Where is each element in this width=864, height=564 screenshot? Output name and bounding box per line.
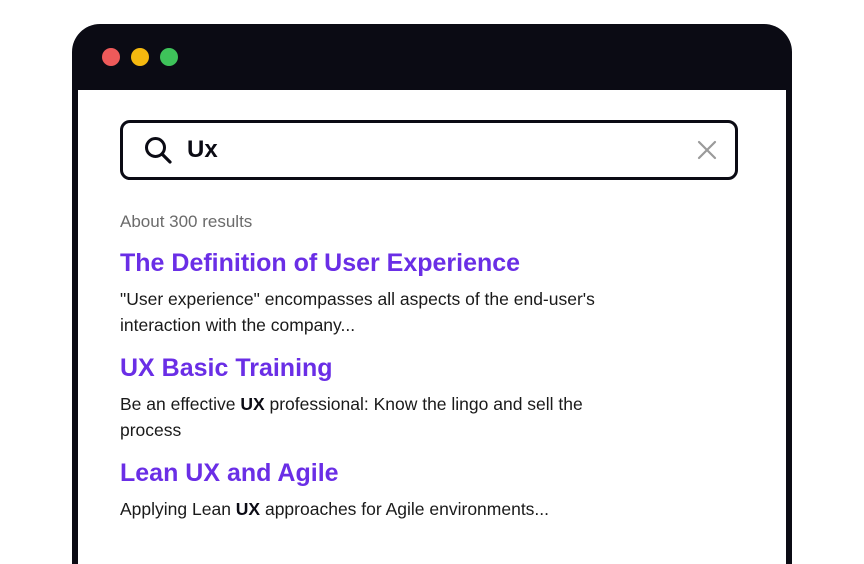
close-window-button[interactable] bbox=[102, 48, 120, 66]
search-icon bbox=[141, 133, 175, 167]
snippet-highlight: UX bbox=[235, 499, 261, 519]
search-result: The Definition of User Experience "User … bbox=[120, 248, 620, 338]
search-result: Lean UX and Agile Applying Lean UX appro… bbox=[120, 458, 620, 522]
browser-window: About 300 results The Definition of User… bbox=[72, 24, 792, 564]
result-snippet: Be an effective UX professional: Know th… bbox=[120, 391, 620, 443]
result-snippet: "User experience" encompasses all aspect… bbox=[120, 286, 620, 338]
maximize-window-button[interactable] bbox=[160, 48, 178, 66]
minimize-window-button[interactable] bbox=[131, 48, 149, 66]
result-title-link[interactable]: UX Basic Training bbox=[120, 353, 620, 383]
snippet-text: "User experience" encompasses all aspect… bbox=[120, 289, 595, 335]
window-controls bbox=[102, 48, 178, 66]
snippet-text: Be an effective bbox=[120, 394, 241, 414]
search-result: UX Basic Training Be an effective UX pro… bbox=[120, 353, 620, 443]
snippet-highlight: UX bbox=[240, 394, 265, 414]
result-snippet: Applying Lean UX approaches for Agile en… bbox=[120, 496, 620, 522]
close-icon[interactable] bbox=[695, 138, 719, 162]
result-title-link[interactable]: Lean UX and Agile bbox=[120, 458, 620, 488]
page-content: About 300 results The Definition of User… bbox=[78, 90, 786, 564]
snippet-text: approaches for Agile environments... bbox=[260, 499, 550, 519]
snippet-text: Applying Lean bbox=[120, 499, 236, 519]
search-bar[interactable] bbox=[120, 120, 738, 180]
results-count: About 300 results bbox=[120, 212, 253, 231]
result-title-link[interactable]: The Definition of User Experience bbox=[120, 248, 620, 278]
search-input[interactable] bbox=[187, 136, 695, 164]
